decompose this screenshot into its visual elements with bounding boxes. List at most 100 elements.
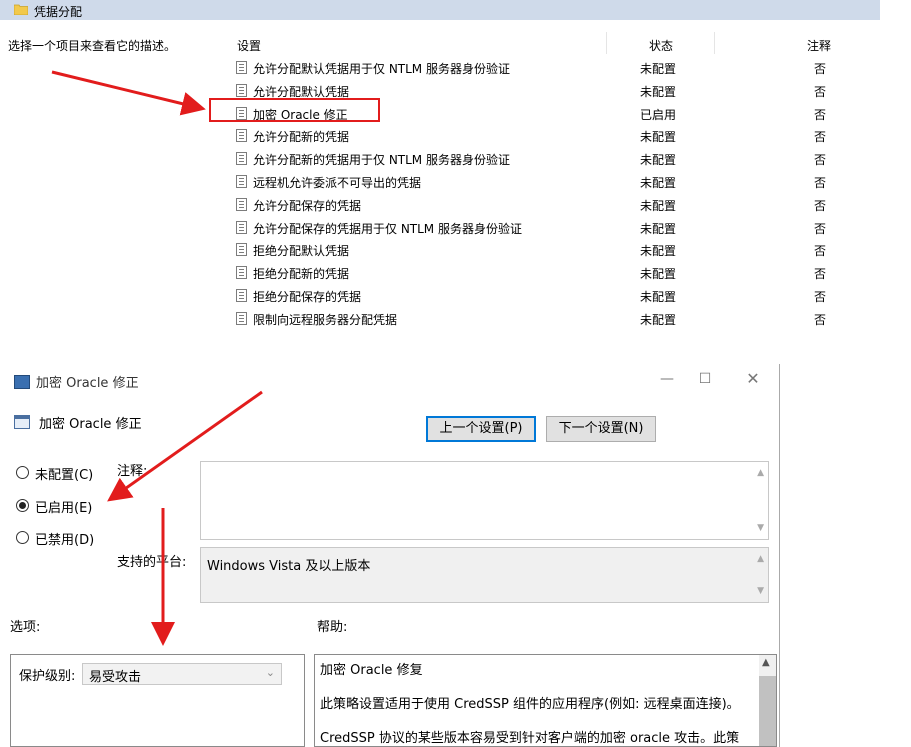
- policy-state: 已启用: [640, 107, 677, 122]
- setting-icon: [14, 415, 30, 429]
- description-hint: 选择一个项目来查看它的描述。: [8, 39, 177, 53]
- policy-state: 未配置: [640, 84, 677, 99]
- policy-setting-icon: [236, 129, 247, 143]
- column-header-setting[interactable]: 设置: [237, 37, 261, 54]
- policy-state: 未配置: [640, 244, 677, 259]
- help-heading: 加密 Oracle 修复: [320, 663, 423, 678]
- column-separator[interactable]: [606, 32, 607, 54]
- policy-setting-icon: [236, 152, 247, 166]
- maximize-button[interactable]: ☐: [690, 368, 720, 390]
- close-button[interactable]: ✕: [738, 368, 768, 390]
- protection-level-select[interactable]: 易受攻击 ⌄: [82, 663, 282, 685]
- column-header-comment[interactable]: 注释: [807, 37, 831, 54]
- policy-row[interactable]: 拒绝分配保存的凭据 未配置 否: [234, 285, 874, 307]
- column-header-state[interactable]: 状态: [649, 37, 673, 54]
- policy-row[interactable]: 允许分配保存的凭据 未配置 否: [234, 194, 874, 216]
- policy-window-icon: [14, 375, 30, 389]
- column-separator[interactable]: [714, 32, 715, 54]
- policy-comment: 否: [814, 130, 827, 145]
- policy-comment: 否: [814, 290, 827, 304]
- policy-comment: 否: [814, 267, 827, 282]
- comment-textarea[interactable]: ▲ ▼: [200, 461, 769, 540]
- arrow-to-policy-row: [51, 70, 206, 116]
- policy-row[interactable]: 拒绝分配默认凭据 未配置 否: [234, 239, 874, 261]
- help-scrollbar-thumb[interactable]: [759, 676, 776, 746]
- scroll-up-icon[interactable]: ▲: [757, 468, 764, 478]
- policy-name: 拒绝分配保存的凭据: [253, 290, 362, 304]
- platform-label: 支持的平台:: [117, 555, 187, 570]
- help-panel[interactable]: 加密 Oracle 修复 此策略设置适用于使用 CredSSP 组件的应用程序(…: [314, 654, 777, 747]
- policy-comment: 否: [814, 62, 827, 76]
- help-paragraph: 此策略设置适用于使用 CredSSP 组件的应用程序(例如: 远程桌面连接)。: [320, 697, 740, 712]
- policy-state: 未配置: [640, 267, 677, 282]
- policy-comment: 否: [814, 153, 827, 168]
- policy-setting-icon: [236, 197, 247, 211]
- scroll-up-icon[interactable]: ▲: [757, 554, 764, 564]
- folder-title: 凭据分配: [34, 5, 83, 19]
- policy-name: 允许分配新的凭据: [253, 130, 350, 145]
- policy-setting-icon: [236, 311, 247, 325]
- radio-label[interactable]: 已禁用(D): [35, 529, 94, 548]
- setting-name: 加密 Oracle 修正: [39, 417, 142, 432]
- scroll-down-icon[interactable]: ▼: [757, 523, 764, 533]
- radio-label[interactable]: 已启用(E): [35, 497, 92, 516]
- policy-name: 限制向远程服务器分配凭据: [253, 312, 398, 327]
- policy-row[interactable]: 允许分配默认凭据用于仅 NTLM 服务器身份验证 未配置 否: [234, 57, 874, 79]
- radio-button-disabled[interactable]: [16, 531, 29, 544]
- policy-state: 未配置: [640, 130, 677, 145]
- policy-comment: 否: [814, 84, 827, 99]
- policy-name: 允许分配默认凭据用于仅 NTLM 服务器身份验证: [253, 62, 510, 76]
- policy-state: 未配置: [640, 290, 677, 304]
- policy-setting-icon: [236, 220, 247, 234]
- policy-state: 未配置: [640, 198, 677, 213]
- radio-button-enabled[interactable]: [16, 499, 29, 512]
- protection-level-label: 保护级别:: [19, 669, 76, 684]
- policy-name: 拒绝分配默认凭据: [253, 244, 350, 259]
- scroll-down-icon[interactable]: ▼: [757, 586, 764, 596]
- platform-field: Windows Vista 及以上版本 ▲ ▼: [200, 547, 769, 603]
- policy-setting-icon: [236, 175, 247, 188]
- policy-name: 拒绝分配新的凭据: [253, 267, 350, 282]
- policy-row[interactable]: 拒绝分配新的凭据 未配置 否: [234, 262, 874, 284]
- platform-value: Windows Vista 及以上版本: [207, 559, 371, 574]
- policy-state: 未配置: [640, 312, 677, 327]
- options-label: 选项:: [10, 620, 41, 635]
- policy-setting-icon: [236, 289, 247, 302]
- folder-icon: [14, 4, 28, 15]
- policy-state: 未配置: [640, 62, 677, 76]
- policy-row[interactable]: 限制向远程服务器分配凭据 未配置 否: [234, 308, 874, 330]
- previous-setting-button[interactable]: 上一个设置(P): [426, 416, 536, 442]
- radio-label[interactable]: 未配置(C): [35, 464, 93, 483]
- help-label: 帮助:: [317, 620, 348, 635]
- policy-setting-icon: [236, 266, 247, 280]
- policy-comment: 否: [814, 107, 827, 122]
- policy-row[interactable]: 允许分配新的凭据用于仅 NTLM 服务器身份验证 未配置 否: [234, 148, 874, 170]
- options-panel: 保护级别: 易受攻击 ⌄: [10, 654, 305, 747]
- folder-header-bar: [0, 0, 880, 20]
- chevron-down-icon: ⌄: [265, 666, 275, 679]
- policy-name: 允许分配新的凭据用于仅 NTLM 服务器身份验证: [253, 153, 510, 168]
- next-setting-button[interactable]: 下一个设置(N): [546, 416, 656, 442]
- policy-row[interactable]: 允许分配保存的凭据用于仅 NTLM 服务器身份验证 未配置 否: [234, 217, 874, 239]
- comment-label: 注释:: [117, 464, 148, 479]
- policy-name: 允许分配保存的凭据: [253, 198, 362, 213]
- policy-state: 未配置: [640, 153, 677, 168]
- policy-row[interactable]: 远程机允许委派不可导出的凭据 未配置 否: [234, 171, 874, 193]
- minimize-button[interactable]: —: [652, 368, 682, 390]
- policy-state: 未配置: [640, 221, 677, 236]
- policy-name: 允许分配保存的凭据用于仅 NTLM 服务器身份验证: [253, 221, 522, 236]
- policy-dialog: 加密 Oracle 修正 — ☐ ✕ 加密 Oracle 修正 上一个设置(P)…: [0, 364, 780, 747]
- scroll-up-icon[interactable]: ▲: [762, 657, 770, 668]
- policy-comment: 否: [814, 198, 827, 213]
- policy-row[interactable]: 允许分配新的凭据 未配置 否: [234, 125, 874, 147]
- protection-level-value: 易受攻击: [89, 670, 142, 685]
- policy-state: 未配置: [640, 176, 677, 190]
- highlight-box: [209, 98, 380, 122]
- help-paragraph: CredSSP 协议的某些版本容易受到针对客户端的加密 oracle 攻击。此策: [320, 731, 740, 746]
- policy-setting-icon: [236, 83, 247, 97]
- policy-setting-icon: [236, 243, 247, 257]
- policy-setting-icon: [236, 61, 247, 74]
- policy-comment: 否: [814, 312, 827, 327]
- policy-comment: 否: [814, 176, 827, 190]
- radio-button-not-configured[interactable]: [16, 466, 29, 479]
